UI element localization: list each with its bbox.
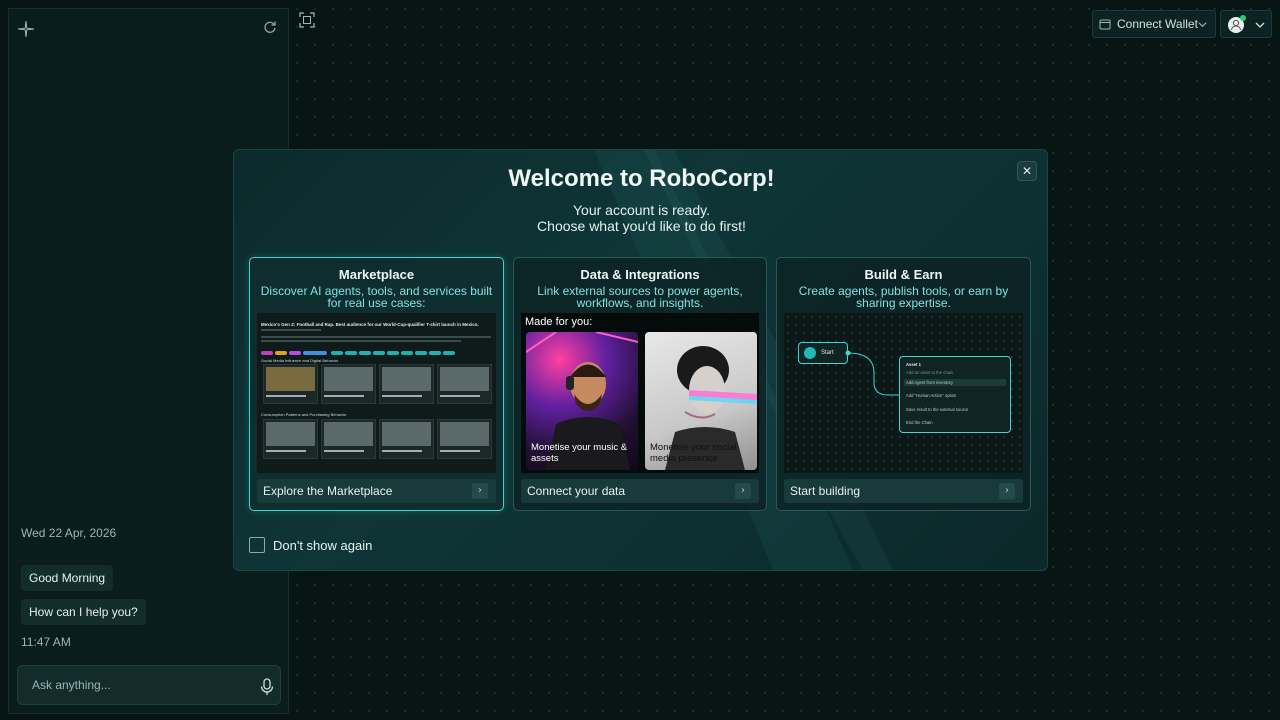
button-label: Start building — [790, 484, 861, 498]
tile-caption: Monetise your music & assets — [531, 442, 628, 464]
refresh-icon[interactable] — [263, 20, 277, 34]
card-description: Discover AI agents, tools, and services … — [260, 284, 493, 310]
tile-caption: Monetise your social media presence — [650, 442, 737, 464]
wallet-icon — [1099, 19, 1111, 30]
marketplace-card[interactable]: Marketplace Discover AI agents, tools, a… — [249, 257, 504, 511]
asset-row: End the Chain — [906, 420, 933, 425]
message-timestamp: 11:47 AM — [21, 635, 71, 649]
checkbox-box[interactable] — [249, 537, 265, 553]
social-media-tile[interactable]: Monetise your social media presence — [645, 332, 757, 470]
wallet-label: Connect Wallet — [1117, 17, 1198, 31]
chevron-right-icon: › — [472, 483, 488, 499]
button-label: Explore the Marketplace — [263, 484, 393, 498]
asset-row: Add an asset to the chain — [906, 370, 954, 375]
subtitle-line-1: Your account is ready. — [573, 202, 710, 218]
asset-row: Add Agent from inventory — [904, 379, 1006, 386]
subtitle-line-2: Choose what you'd like to do first! — [537, 218, 746, 234]
online-status-dot — [1240, 15, 1246, 21]
modal-title: Welcome to RoboCorp! — [508, 165, 775, 192]
welcome-modal: ✕ Welcome to RoboCorp! Your account is r… — [233, 149, 1048, 571]
assistant-message: Good Morning — [21, 565, 114, 591]
assistant-message: How can I help you? — [21, 599, 146, 625]
data-preview-image: Made for you: Monetise your music & asse… — [521, 313, 759, 473]
card-title: Marketplace — [338, 267, 415, 282]
frame-scan-icon[interactable] — [299, 12, 315, 28]
start-building-button[interactable]: Start building › — [784, 479, 1023, 503]
modal-subtitle: Your account is ready. Choose what you'd… — [234, 202, 1047, 234]
asset-title: Asset 1 — [906, 362, 921, 367]
connect-data-button[interactable]: Connect your data › — [521, 479, 759, 503]
card-title: Build & Earn — [864, 267, 943, 282]
card-description: Create agents, publish tools, or earn by… — [798, 284, 1009, 310]
made-for-you-label: Made for you: — [525, 316, 593, 328]
asset-node: Asset 1 Add an asset to the chain Add Ag… — [899, 356, 1011, 433]
dont-show-again-checkbox[interactable]: Don't show again — [249, 537, 372, 553]
chevron-down-icon — [1198, 22, 1207, 28]
user-avatar-icon — [1228, 15, 1246, 33]
preview-section: Consumption Patterns and Purchasing Beha… — [261, 412, 347, 417]
mic-icon[interactable] — [259, 678, 275, 696]
connect-wallet-button[interactable]: Connect Wallet — [1092, 10, 1216, 38]
chat-date: Wed 22 Apr, 2026 — [21, 526, 117, 540]
chevron-right-icon: › — [735, 483, 751, 499]
asset-row: Add "Human Action" option — [906, 393, 957, 398]
chevron-down-icon — [1255, 22, 1265, 28]
asset-row: Save result to the external source — [906, 407, 969, 412]
ask-input[interactable] — [32, 675, 242, 695]
checkbox-label: Don't show again — [273, 537, 373, 553]
preview-heading: Mexico's Gen Z: Football and Rap. Best a… — [261, 322, 479, 327]
chat-input-container — [17, 665, 281, 705]
data-integrations-card[interactable]: Data & Integrations Link external source… — [513, 257, 767, 511]
music-tile[interactable]: Monetise your music & assets — [526, 332, 638, 470]
build-preview-image: Start Asset 1 Add an asset to the chain … — [784, 313, 1023, 473]
sparkle-logo-icon[interactable] — [18, 21, 34, 37]
card-title: Data & Integrations — [580, 267, 700, 282]
marketplace-preview-image: Mexico's Gen Z: Football and Rap. Best a… — [257, 313, 496, 473]
explore-marketplace-button[interactable]: Explore the Marketplace › — [257, 479, 496, 503]
chevron-right-icon: › — [999, 483, 1015, 499]
preview-section: Social Media Influence and Digital Behav… — [261, 358, 339, 363]
build-earn-card[interactable]: Build & Earn Create agents, publish tool… — [776, 257, 1031, 511]
card-description: Link external sources to power agents, w… — [537, 284, 743, 310]
button-label: Connect your data — [527, 484, 626, 498]
user-menu-button[interactable] — [1220, 10, 1272, 38]
